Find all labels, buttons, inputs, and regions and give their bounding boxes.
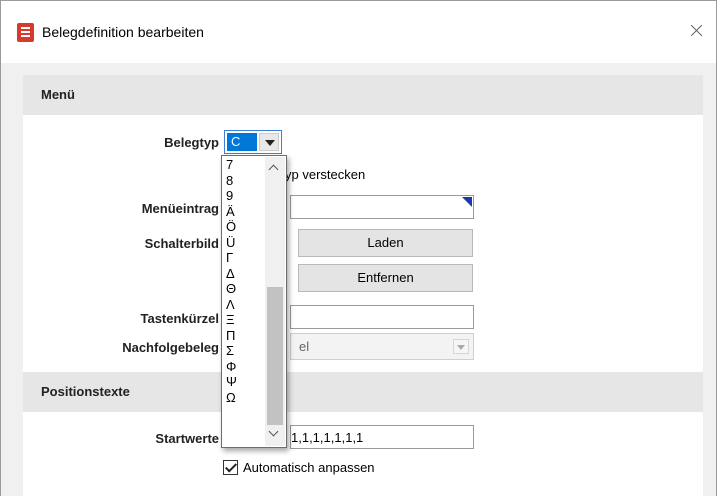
menueintrag-field[interactable]: [290, 195, 474, 219]
dropdown-option[interactable]: 9: [225, 188, 265, 204]
startwerte-field[interactable]: 1,1,1,1,1,1,1: [290, 425, 474, 449]
dropdown-option[interactable]: Σ: [225, 343, 265, 359]
dropdown-option[interactable]: Π: [225, 328, 265, 344]
dropdown-items: 7 8 9 Ä Ö Ü Γ Δ Θ Λ Ξ Π Σ Φ Ψ Ω: [225, 157, 265, 405]
dropdown-option[interactable]: Φ: [225, 359, 265, 375]
translation-marker-icon[interactable]: [462, 197, 472, 207]
form-content: Menü Belegtyp C yp verstecken Menüeintra…: [23, 75, 703, 496]
section-header-positionstexte: Positionstexte: [23, 372, 703, 412]
nachfolgebeleg-label: Nachfolgebeleg: [122, 340, 219, 355]
auto-adjust-label[interactable]: Automatisch anpassen: [243, 460, 375, 475]
dropdown-option[interactable]: 7: [225, 157, 265, 173]
title-bar: Belegdefinition bearbeiten: [1, 1, 716, 63]
belegtyp-selected-value: C: [227, 133, 257, 151]
chevron-up-icon[interactable]: [269, 163, 278, 172]
tastenkuerzel-field[interactable]: [290, 305, 474, 329]
startwerte-label: Startwerte: [155, 431, 219, 446]
dropdown-scrollbar[interactable]: [265, 157, 285, 446]
belegtyp-select[interactable]: C: [224, 130, 282, 154]
dropdown-option[interactable]: Λ: [225, 297, 265, 313]
chevron-down-icon[interactable]: [453, 339, 469, 354]
section-title-positionstexte: Positionstexte: [41, 384, 130, 399]
startwerte-value: 1,1,1,1,1,1,1: [291, 430, 364, 445]
belegtyp-dropdown-list[interactable]: 7 8 9 Ä Ö Ü Γ Δ Θ Λ Ξ Π Σ Φ Ψ Ω: [221, 155, 287, 448]
dropdown-option[interactable]: Δ: [225, 266, 265, 282]
section-header-menu: Menü: [23, 75, 703, 115]
hide-belegtyp-checkbox-label[interactable]: yp verstecken: [285, 167, 365, 182]
laden-button[interactable]: Laden: [298, 229, 473, 257]
chevron-down-icon[interactable]: [269, 429, 278, 438]
auto-adjust-checkbox[interactable]: [223, 460, 238, 475]
nachfolgebeleg-value: el: [299, 339, 310, 354]
dropdown-option[interactable]: 8: [225, 173, 265, 189]
chevron-down-icon[interactable]: [259, 133, 279, 151]
dropdown-option[interactable]: Ö: [225, 219, 265, 235]
dropdown-option[interactable]: Ω: [225, 390, 265, 406]
dropdown-option[interactable]: Θ: [225, 281, 265, 297]
dropdown-option[interactable]: Ü: [225, 235, 265, 251]
menueintrag-label: Menüeintrag: [141, 201, 219, 216]
close-button[interactable]: [682, 17, 710, 45]
dropdown-option[interactable]: Γ: [225, 250, 265, 266]
dropdown-option[interactable]: Ä: [225, 204, 265, 220]
scrollbar-thumb[interactable]: [267, 287, 283, 425]
tastenkuerzel-label: Tastenkürzel: [140, 311, 219, 326]
dropdown-option[interactable]: Ψ: [225, 374, 265, 390]
schalterbild-label: Schalterbild: [144, 236, 219, 251]
nachfolgebeleg-select[interactable]: el: [290, 333, 474, 360]
dropdown-option[interactable]: Ξ: [225, 312, 265, 328]
entfernen-button[interactable]: Entfernen: [298, 264, 473, 292]
section-title-menu: Menü: [41, 87, 75, 102]
window-title: Belegdefinition bearbeiten: [42, 24, 204, 40]
document-icon: [17, 23, 34, 42]
dialog-window: Belegdefinition bearbeiten Menü Belegtyp…: [0, 0, 717, 496]
belegtyp-label: Belegtyp: [164, 135, 219, 150]
